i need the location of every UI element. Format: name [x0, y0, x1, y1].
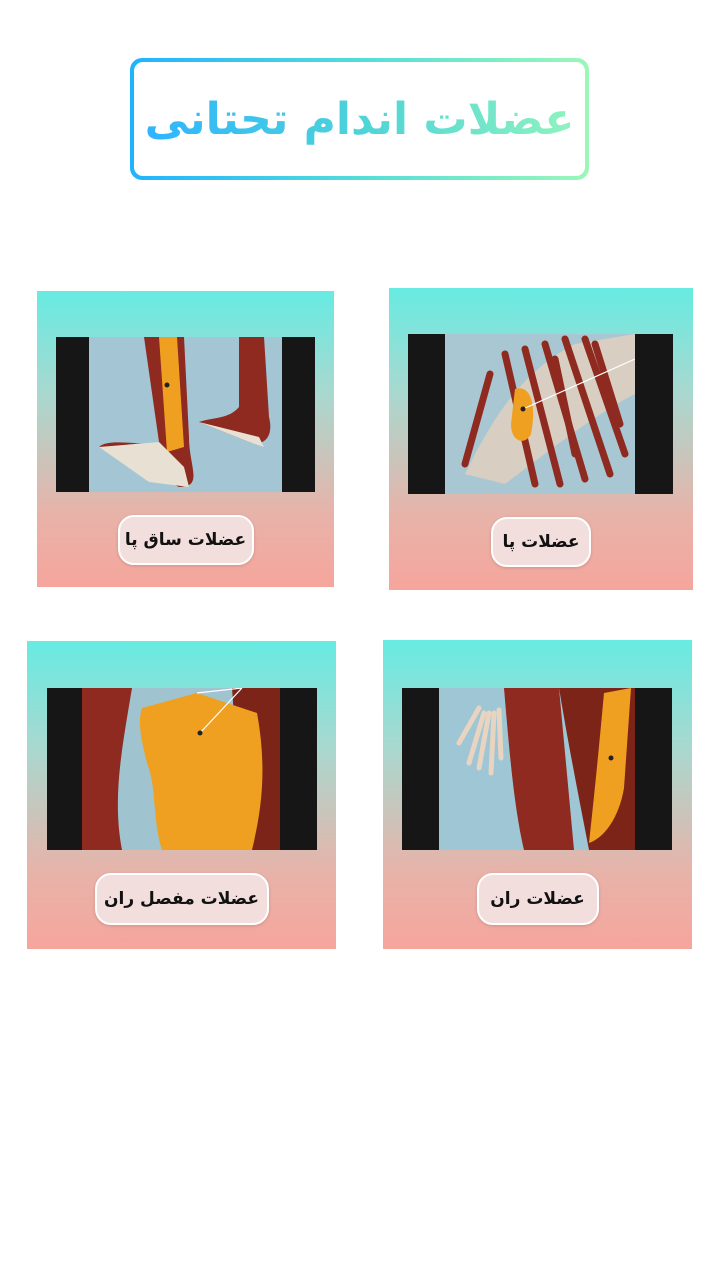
foot-muscles-image [408, 334, 673, 494]
page-title: عضلات اندام تحتانی [144, 93, 575, 145]
card-label: عضلات پا [491, 517, 591, 567]
title-box: عضلات اندام تحتانی [134, 62, 585, 176]
card-foot-muscles[interactable]: عضلات پا [389, 288, 693, 590]
card-label: عضلات ساق پا [117, 515, 254, 565]
thigh-muscles-image [402, 688, 672, 850]
card-thigh-muscles[interactable]: عضلات ران [383, 640, 692, 949]
card-leg-muscles[interactable]: عضلات ساق پا [37, 291, 334, 587]
card-hip-muscles[interactable]: عضلات مفصل ران [27, 641, 336, 949]
card-label: عضلات مفصل ران [94, 873, 269, 925]
hip-muscles-image [47, 688, 317, 850]
card-label: عضلات ران [476, 873, 599, 925]
title-frame: عضلات اندام تحتانی [130, 58, 589, 180]
leg-muscles-image [56, 337, 315, 492]
